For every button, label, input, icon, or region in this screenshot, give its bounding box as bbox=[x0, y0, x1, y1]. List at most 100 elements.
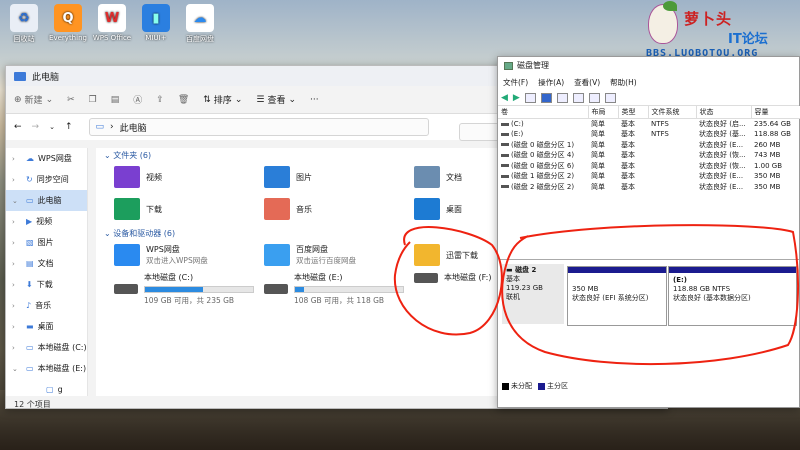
rename-icon[interactable]: Ⓐ bbox=[133, 93, 142, 106]
volume-row[interactable]: (磁盘 2 磁盘分区 2) 简单 基本 状态良好 (E... 350 MB bbox=[498, 182, 800, 193]
column-header[interactable]: 类型 bbox=[618, 106, 649, 119]
volume-cell: 简单 bbox=[591, 120, 605, 128]
sidebar-item-icon: ♪ bbox=[26, 301, 32, 310]
folder-icon bbox=[414, 198, 440, 220]
column-header[interactable]: 状态 bbox=[696, 106, 752, 119]
chevron-icon[interactable]: ⌄ bbox=[12, 365, 22, 373]
toolbar-icon[interactable] bbox=[572, 92, 584, 103]
hard-drive-icon bbox=[414, 272, 438, 283]
chevron-icon[interactable]: › bbox=[12, 260, 22, 268]
device-item[interactable]: 迅雷下载 bbox=[414, 244, 478, 266]
sidebar-item[interactable]: › ▭ 本地磁盘 (C:) bbox=[6, 337, 87, 358]
chevron-icon[interactable]: › bbox=[12, 176, 22, 184]
column-header[interactable]: 卷 bbox=[498, 106, 589, 119]
cut-icon[interactable]: ✂ bbox=[67, 95, 75, 105]
chevron-icon[interactable]: › bbox=[12, 302, 22, 310]
view-button[interactable]: ☰ 查看 ⌄ bbox=[256, 93, 296, 107]
partition-efi[interactable]: 350 MB 状态良好 (EFI 系统分区) bbox=[567, 266, 667, 326]
volume-row[interactable]: (磁盘 0 磁盘分区 4) 简单 基本 状态良好 (恢... 743 MB bbox=[498, 150, 800, 161]
paste-icon[interactable]: ▤ bbox=[111, 95, 120, 105]
folder-icon bbox=[114, 198, 140, 220]
column-header[interactable]: 布局 bbox=[588, 106, 619, 119]
folders-header[interactable]: ⌄ 文件夹 (6) bbox=[104, 150, 151, 161]
sidebar-item[interactable]: ⌄ ▭ 本地磁盘 (E:) bbox=[6, 358, 87, 379]
disk-mgmt-titlebar[interactable]: 磁盘管理 bbox=[498, 57, 799, 74]
volume-row[interactable]: (磁盘 0 磁盘分区 1) 简单 基本 状态良好 (E... 260 MB bbox=[498, 140, 800, 151]
sidebar-item[interactable]: › ▬ 桌面 bbox=[6, 316, 87, 337]
drive-usage-bar bbox=[144, 286, 254, 293]
chevron-icon[interactable]: › bbox=[12, 155, 22, 163]
volume-icon bbox=[501, 185, 509, 189]
folder-item[interactable]: 下载 bbox=[114, 198, 162, 220]
menu-item[interactable]: 查看(V) bbox=[574, 77, 600, 88]
desktop-icon[interactable]: ▮ MIUI+ bbox=[134, 2, 178, 42]
chevron-icon[interactable]: › bbox=[12, 344, 22, 352]
copy-icon[interactable]: ❐ bbox=[89, 95, 97, 105]
chevron-icon[interactable]: › bbox=[12, 323, 22, 331]
menu-item[interactable]: 操作(A) bbox=[538, 77, 564, 88]
device-item[interactable]: 百度网盘 双击运行百度网盘 bbox=[264, 244, 356, 266]
back-icon[interactable]: ← bbox=[14, 122, 22, 132]
sidebar-item[interactable]: › ▶ 视频 bbox=[6, 211, 87, 232]
sidebar-item[interactable]: › ⬇ 下载 bbox=[6, 274, 87, 295]
sidebar-item-icon: ▭ bbox=[26, 343, 34, 352]
share-icon[interactable]: ⇪ bbox=[156, 95, 164, 105]
sidebar-item[interactable]: › ↻ 同步空间 bbox=[6, 169, 87, 190]
toolbar-icon[interactable] bbox=[524, 92, 536, 103]
volume-cell: 状态良好 (恢... bbox=[699, 161, 746, 170]
desktop-icon[interactable]: ♻ 回收站 bbox=[2, 2, 46, 44]
new-button[interactable]: ⊕ 新建 ⌄ bbox=[14, 93, 53, 107]
delete-icon[interactable]: 🗑 bbox=[178, 95, 189, 105]
folder-item[interactable]: 桌面 bbox=[414, 198, 462, 220]
volume-cell: 743 MB bbox=[754, 151, 781, 160]
device-item[interactable]: WPS网盘 双击进入WPS网盘 bbox=[114, 244, 208, 266]
disk-label[interactable]: ▬ 磁盘 2 基本 119.23 GB 联机 bbox=[502, 264, 564, 324]
chevron-icon[interactable]: › bbox=[12, 281, 22, 289]
toolbar-icon[interactable] bbox=[604, 92, 616, 103]
folder-item[interactable]: 音乐 bbox=[264, 198, 312, 220]
address-bar[interactable]: ▭ › 此电脑 bbox=[88, 118, 429, 136]
sidebar-item[interactable]: › ▧ 图片 bbox=[6, 232, 87, 253]
sidebar-item[interactable]: ⌄ ▭ 此电脑 bbox=[6, 190, 87, 211]
folder-item[interactable]: 图片 bbox=[264, 166, 312, 188]
drive-size: 108 GB 可用，共 118 GB bbox=[294, 296, 385, 305]
chevron-icon[interactable]: › bbox=[12, 239, 22, 247]
chevron-down-icon[interactable]: ⌄ bbox=[49, 123, 55, 131]
help-icon[interactable] bbox=[540, 92, 552, 103]
desktop-icon[interactable]: W WPS Office bbox=[90, 2, 134, 42]
sidebar-item[interactable]: › ♪ 音乐 bbox=[6, 295, 87, 316]
devices-header[interactable]: ⌄ 设备和驱动器 (6) bbox=[104, 228, 175, 239]
folder-item[interactable]: 文档 bbox=[414, 166, 462, 188]
column-header[interactable]: 容量 bbox=[751, 106, 800, 119]
folder-item[interactable]: 视频 bbox=[114, 166, 162, 188]
volume-row[interactable]: (E:) 简单 基本 NTFS 状态良好 (基... 118.88 GB bbox=[498, 129, 800, 140]
sort-button[interactable]: ⇅ 排序 ⌄ bbox=[203, 93, 242, 107]
volume-cell: 基本 bbox=[621, 151, 635, 160]
menu-item[interactable]: 文件(F) bbox=[503, 77, 528, 88]
volume-row[interactable]: (C:) 简单 基本 NTFS 状态良好 (启... 235.64 GB bbox=[498, 119, 800, 130]
toolbar-icon[interactable] bbox=[588, 92, 600, 103]
chevron-icon[interactable]: › bbox=[12, 218, 22, 226]
desktop-icon[interactable]: ☁ 百度网盘 bbox=[178, 2, 222, 44]
chevron-icon[interactable]: ⌄ bbox=[12, 197, 22, 205]
column-header[interactable]: 文件系统 bbox=[648, 106, 697, 119]
sidebar-item[interactable]: › ☁ WPS网盘 bbox=[6, 148, 87, 169]
volume-row[interactable]: (磁盘 0 磁盘分区 6) 简单 基本 状态良好 (恢... 1.00 GB bbox=[498, 161, 800, 172]
back-arrow-icon[interactable]: ◀ bbox=[501, 93, 508, 103]
forward-arrow-icon[interactable]: ▶ bbox=[513, 93, 520, 103]
up-icon[interactable]: ↑ bbox=[65, 122, 73, 132]
radish-mascot bbox=[648, 1, 678, 44]
sidebar-item[interactable]: ▢ g bbox=[6, 379, 87, 400]
sidebar-item-icon: ▭ bbox=[26, 196, 34, 205]
sidebar-item-label: 文档 bbox=[37, 259, 54, 268]
forward-icon[interactable]: → bbox=[32, 122, 40, 132]
more-icon[interactable]: ··· bbox=[310, 95, 319, 105]
volume-row[interactable]: (磁盘 1 磁盘分区 2) 简单 基本 状态良好 (E... 350 MB bbox=[498, 171, 800, 182]
toolbar-icon[interactable] bbox=[556, 92, 568, 103]
menu-item[interactable]: 帮助(H) bbox=[610, 77, 637, 88]
sidebar-item[interactable]: › ▤ 文档 bbox=[6, 253, 87, 274]
volume-cell bbox=[648, 161, 696, 172]
volume-cell: 基本 bbox=[621, 172, 635, 181]
desktop-icon[interactable]: Q Everything bbox=[46, 2, 90, 42]
partition-e[interactable]: (E:) 118.88 GB NTFS 状态良好 (基本数据分区) bbox=[668, 266, 797, 326]
